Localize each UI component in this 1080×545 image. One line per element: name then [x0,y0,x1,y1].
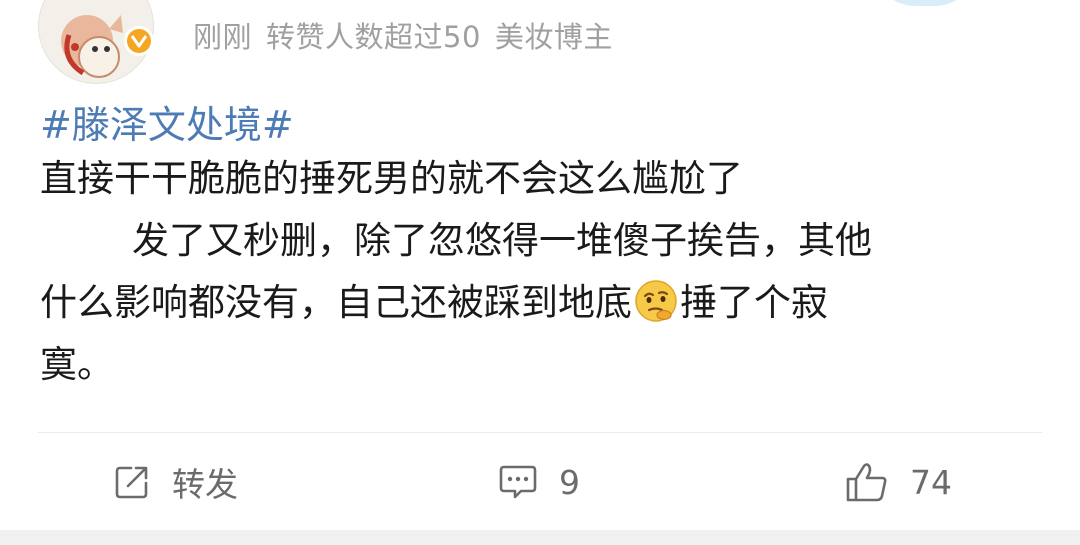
like-count: 74 [910,462,952,502]
repost-button[interactable]: 转发 [114,457,238,507]
repost-label: 转发 [172,465,238,504]
author-tag: 美妆博主 [494,20,613,54]
post-line: 寞。 [40,343,114,386]
author-avatar-container[interactable] [38,0,154,84]
post-line-text: 什么影响都没有，自己还被踩到地底 [40,281,632,324]
comment-button[interactable]: 9 [499,457,580,507]
post-meta: 刚刚 转赞人数超过50 美妆博主 [193,14,627,56]
post-line-text: 捶了个寂 [680,281,828,324]
like-button[interactable]: 74 [846,457,952,507]
post-line-with-emoji: 什么影响都没有，自己还被踩到地底 捶了个寂 [40,272,1020,334]
verified-v-icon [131,35,147,48]
repost-note: 转赞人数超过50 [266,20,481,54]
hashtag-link[interactable]: #滕泽文处境# [40,94,294,149]
post-line: 发了又秒删，除了忽悠得一堆傻子挨告，其他 [132,219,872,262]
card-separator [0,530,1080,545]
post-time: 刚刚 [193,20,253,54]
post-line: 直接干干脆脆的捶死男的就不会这么尴尬了 [40,157,743,200]
verified-badge [124,26,154,56]
comment-count: 9 [559,462,580,502]
comment-bubble-icon [499,464,537,500]
thinking-face-emoji-icon [634,279,678,323]
thumbs-up-icon [846,462,888,502]
corner-decoration [870,0,980,6]
weibo-post-card: 刚刚 转赞人数超过50 美妆博主 #滕泽文处境# 直接干干脆脆的捶死男的就不会这么尴… [0,0,1080,545]
divider [38,432,1042,433]
share-edit-icon [114,464,150,500]
post-body: 直接干干脆脆的捶死男的就不会这么尴尬了 发了又秒删，除了忽悠得一堆傻子挨告，其他… [40,148,1020,396]
